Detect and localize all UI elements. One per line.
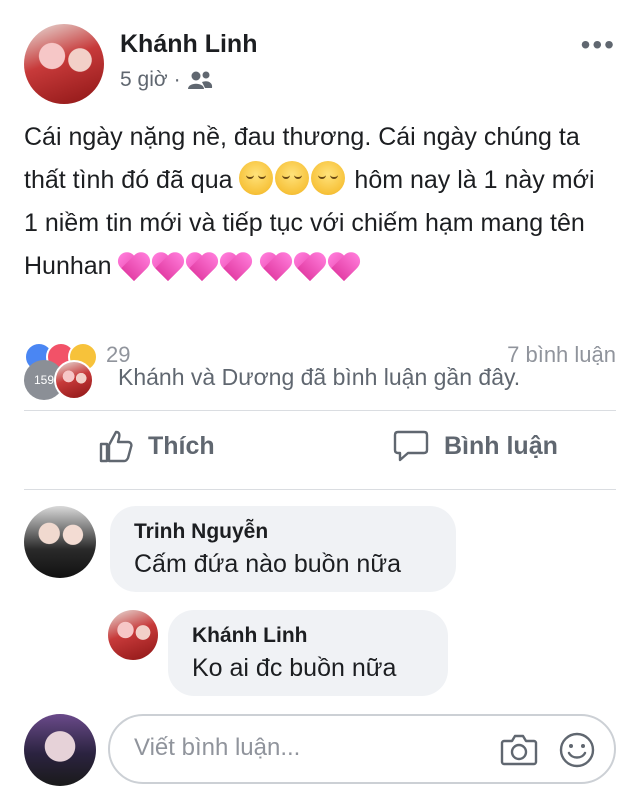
reply-author-avatar[interactable] [108, 610, 158, 660]
relieved-face-emoji [239, 161, 274, 195]
current-user-avatar [24, 714, 96, 786]
comment-bubble: Trinh Nguyễn Cấm đứa nào buồn nữa [110, 506, 456, 592]
comment-input-placeholder: Viết bình luận... [134, 734, 301, 761]
reply-text: Ko ai đc buồn nữa [192, 654, 397, 682]
sparkling-heart-emoji [187, 251, 219, 281]
emoji-icon[interactable] [558, 731, 596, 769]
author-avatar[interactable] [24, 24, 104, 104]
post-time[interactable]: 5 giờ [120, 68, 168, 92]
divider [24, 489, 616, 490]
reactions-row[interactable]: 29 7 bình luận 159 Khánh và Dương đã bìn… [24, 342, 616, 406]
commenter-avatar[interactable] [24, 506, 96, 578]
recent-comments-text[interactable]: Khánh và Dương đã bình luận gần đây. [118, 364, 520, 391]
sparkling-heart-emoji [261, 251, 293, 281]
comment-button[interactable]: Bình luận [392, 428, 558, 464]
reply-author-name[interactable]: Khánh Linh [192, 622, 424, 650]
camera-icon[interactable] [500, 732, 538, 766]
post-text: Cái ngày nặng nề, đau thương. Cái ngày c… [24, 116, 614, 288]
recent-commenter-avatar [54, 360, 94, 400]
like-label: Thích [148, 431, 215, 460]
sparkling-heart-emoji [221, 251, 253, 281]
like-button[interactable]: Thích [98, 428, 215, 464]
friends-icon [187, 71, 212, 89]
thumbs-up-icon [99, 430, 133, 463]
comment-count[interactable]: 7 bình luận [507, 342, 616, 368]
comment-label: Bình luận [444, 431, 558, 460]
divider [24, 410, 616, 411]
author-name[interactable]: Khánh Linh [120, 30, 257, 59]
commenter-name[interactable]: Trinh Nguyễn [134, 518, 432, 546]
relieved-face-emoji [275, 161, 310, 195]
comment-icon [393, 430, 429, 462]
sparkling-heart-emoji [295, 251, 327, 281]
sparkling-heart-emoji [329, 251, 361, 281]
comment-text: Cấm đứa nào buồn nữa [134, 550, 401, 578]
comment-input[interactable]: Viết bình luận... [108, 714, 616, 784]
reply-bubble: Khánh Linh Ko ai đc buồn nữa [168, 610, 448, 696]
post-meta: 5 giờ · [120, 68, 213, 92]
more-options-icon[interactable]: ••• [581, 31, 616, 59]
relieved-face-emoji [311, 161, 346, 195]
sparkling-heart-emoji [119, 251, 151, 281]
sparkling-heart-emoji [153, 251, 185, 281]
